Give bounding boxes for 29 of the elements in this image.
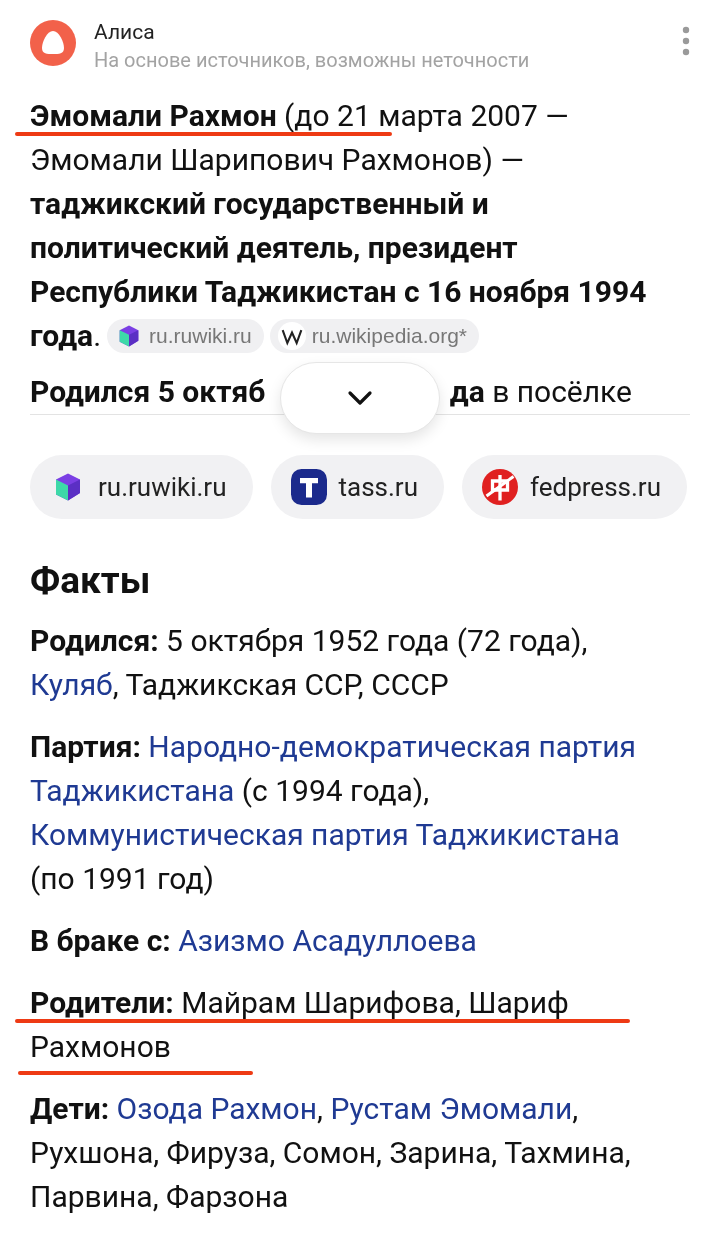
alice-logo-icon xyxy=(30,20,76,66)
fact-link[interactable]: Коммунистическая партия Таджикистана xyxy=(30,817,620,852)
truncated-text: да в посёлке xyxy=(449,373,632,411)
disclaimer-text: На основе источников, возможны неточности xyxy=(94,47,531,74)
fact-text: Родители: Майрам Шарифова, Шариф Рахмонов xyxy=(30,985,569,1064)
truncated-text: Родился 5 октяб xyxy=(30,373,266,411)
fact-link[interactable]: Рустам Эмомали xyxy=(330,1091,573,1126)
source-chip[interactable]: ru.ruwiki.ru xyxy=(30,455,253,519)
chevron-down-icon xyxy=(347,390,373,406)
fact-link[interactable]: Таджикистана xyxy=(30,773,235,808)
fact-link[interactable]: Народно-демократическая партия xyxy=(148,729,636,764)
fact-text: Партия: Народно-демократическая партия Таджикистана (с 1994 года), Коммунистическая партия Таджикистана (по 1991 год) xyxy=(30,729,636,896)
t-letter-icon xyxy=(290,469,327,505)
summary-text: года. xyxy=(30,317,102,355)
emblem-icon xyxy=(482,469,518,505)
source-chip[interactable]: fedpress.ru xyxy=(462,455,687,519)
fact-link[interactable]: Озода Рахмон xyxy=(116,1091,318,1126)
w-letter-icon xyxy=(277,322,306,350)
fact-text: Родился: 5 октября 1952 года (72 года), Куляб, Таджикская ССР, СССР xyxy=(30,623,588,702)
citation-chip[interactable]: ru.ruwiki.ru xyxy=(107,319,264,353)
assistant-name: Алиса xyxy=(94,19,156,46)
more-menu-icon[interactable] xyxy=(682,26,690,56)
fact-text: В браке с: Азизмо Асадуллоева xyxy=(30,923,477,958)
fact-link[interactable]: Азизмо Асадуллоева xyxy=(178,923,477,958)
fact-link[interactable]: Куляб xyxy=(30,667,113,702)
fact-text: Дети: Озода Рахмон, Рустам Эмомали, Рухшона, Фируза, Сомон, Зарина, Тахмина, Парвина, Фарзона xyxy=(30,1091,631,1214)
source-chip[interactable]: tass.ru xyxy=(270,455,444,519)
section-heading: Факты xyxy=(30,559,152,603)
citation-chip[interactable]: ru.wikipedia.org* xyxy=(269,319,479,353)
